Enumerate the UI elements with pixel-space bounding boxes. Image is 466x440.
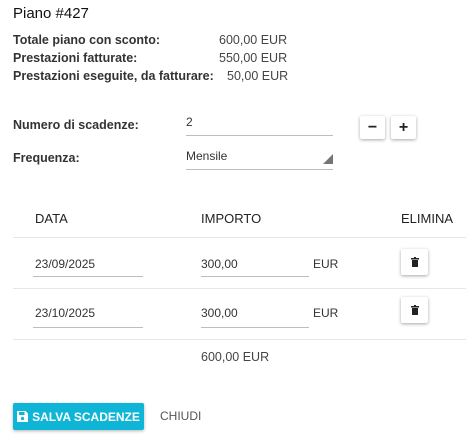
frequency-underline — [186, 169, 333, 170]
row-date-underline — [33, 327, 143, 328]
table-total: 600,00 EUR — [201, 350, 270, 364]
row-amount-input[interactable]: 300,00 — [201, 257, 238, 271]
delete-row-button[interactable] — [401, 297, 428, 323]
column-header-amount: IMPORTO — [201, 211, 262, 226]
frequency-label: Frequenza: — [13, 151, 80, 165]
save-icon — [17, 411, 29, 422]
table-divider — [13, 339, 466, 340]
installments-count-input[interactable]: 2 — [186, 115, 193, 129]
table-row: 23/10/2025 300,00 EUR — [0, 289, 466, 339]
row-amount-underline — [201, 327, 309, 328]
increment-button[interactable]: + — [391, 116, 416, 139]
row-amount-input[interactable]: 300,00 — [201, 306, 238, 320]
summary-label-to-invoice: Prestazioni eseguite, da fatturare: — [13, 69, 214, 83]
dropdown-caret-icon[interactable] — [323, 154, 333, 164]
row-date-input[interactable]: 23/09/2025 — [35, 257, 95, 271]
save-installments-button[interactable]: SALVA SCADENZE — [13, 403, 144, 430]
summary-label-invoiced: Prestazioni fatturate: — [13, 51, 138, 65]
summary-value-invoiced: 550,00 EUR — [219, 51, 288, 65]
row-currency: EUR — [313, 306, 339, 320]
plan-title: Piano #427 — [13, 5, 89, 22]
plus-icon: + — [398, 118, 409, 136]
delete-row-button[interactable] — [401, 249, 428, 275]
row-date-underline — [33, 276, 143, 277]
decrement-button[interactable]: − — [360, 116, 385, 139]
frequency-select[interactable]: Mensile — [186, 149, 227, 163]
save-button-label: SALVA SCADENZE — [32, 409, 140, 424]
installments-count-underline — [186, 135, 333, 136]
row-amount-underline — [201, 276, 309, 277]
row-currency: EUR — [313, 257, 339, 271]
column-header-delete: ELIMINA — [401, 211, 454, 226]
trash-icon — [410, 305, 419, 315]
row-date-input[interactable]: 23/10/2025 — [35, 306, 95, 320]
trash-icon — [410, 257, 419, 267]
installments-count-label: Numero di scadenze: — [13, 118, 139, 132]
table-row: 23/09/2025 300,00 EUR — [0, 238, 466, 288]
column-header-date: DATA — [35, 211, 68, 226]
summary-value-total: 600,00 EUR — [219, 33, 288, 47]
close-button[interactable]: CHIUDI — [160, 409, 201, 423]
summary-value-to-invoice: 50,00 EUR — [227, 69, 289, 83]
minus-icon: − — [367, 118, 378, 136]
summary-label-total: Totale piano con sconto: — [13, 33, 160, 47]
